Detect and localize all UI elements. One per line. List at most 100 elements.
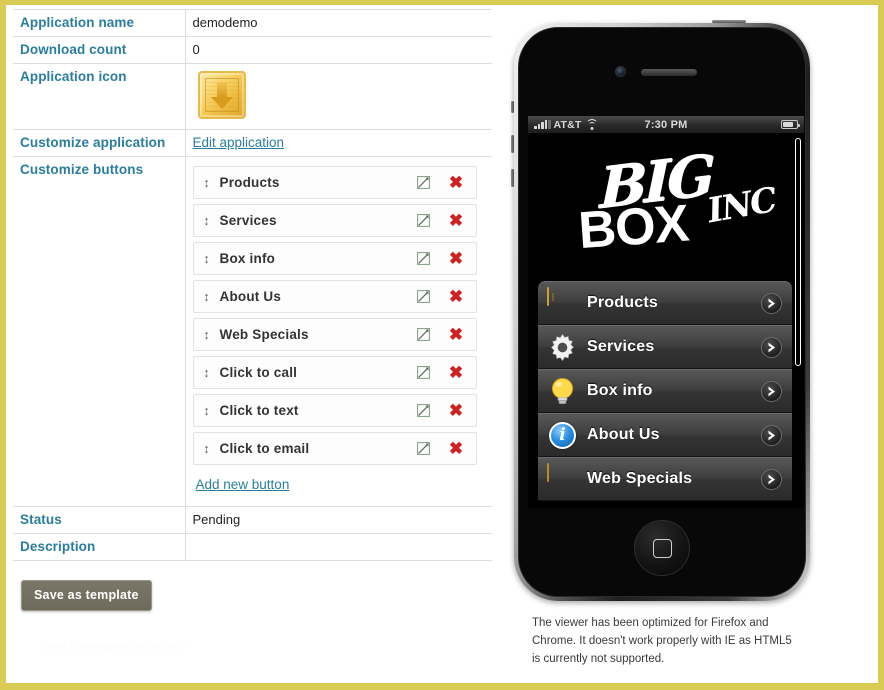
drag-handle-icon[interactable]: ↕: [194, 252, 220, 265]
drag-handle-icon[interactable]: ↕: [194, 366, 220, 379]
customize-buttons-list[interactable]: ↕ Products ✖ ↕ Services ✖ ↕ Box info ✖ ↕ About Us ✖…: [192, 162, 486, 465]
volume-down-button[interactable]: [511, 169, 514, 187]
delete-button-icon[interactable]: ✖: [436, 212, 476, 229]
chevron-right-icon[interactable]: [761, 336, 782, 358]
label-customize-buttons: Customize buttons: [13, 156, 186, 507]
status-bar: AT&T 7:30 PM: [528, 116, 804, 133]
phone-body: AT&T 7:30 PM BIG BOX INC Products Service…: [518, 27, 806, 597]
silent-switch[interactable]: [511, 101, 514, 113]
volume-up-button[interactable]: [511, 135, 514, 153]
phone-menu-item[interactable]: Products: [538, 281, 792, 325]
button-list-item[interactable]: ↕ Products ✖: [192, 166, 477, 199]
table-row-application-icon: Application icon: [13, 63, 492, 130]
phone-menu-item[interactable]: i About Us: [538, 413, 792, 457]
drag-handle-icon[interactable]: ↕: [194, 290, 220, 303]
front-camera-icon: [615, 66, 626, 77]
edit-button-icon[interactable]: [410, 366, 436, 379]
table-row-download-count: Download count 0: [13, 36, 492, 64]
delete-button-icon[interactable]: ✖: [436, 288, 476, 305]
value-customize-buttons: ↕ Products ✖ ↕ Services ✖ ↕ Box info ✖ ↕ About Us ✖…: [185, 156, 492, 507]
save-as-template-button[interactable]: Save as template: [21, 580, 152, 611]
button-list-item[interactable]: ↕ Click to call ✖: [192, 356, 477, 389]
edit-button-icon[interactable]: [410, 442, 436, 455]
box-icon: [547, 286, 578, 319]
edit-button-icon[interactable]: [410, 328, 436, 341]
phone-menu-item-label: Box info: [587, 382, 653, 399]
button-list-item-label: Click to email: [219, 441, 310, 456]
delete-button-icon[interactable]: ✖: [436, 364, 476, 381]
value-application-name: demodemo: [185, 9, 492, 37]
page-content: Application name demodemo Download count…: [6, 5, 878, 683]
drag-handle-icon[interactable]: ↕: [194, 176, 220, 189]
application-properties-table: Application name demodemo Download count…: [13, 9, 492, 561]
phone-menu-item[interactable]: Services: [538, 325, 792, 369]
logo-text-inc: INC: [704, 180, 779, 232]
logo-text-box: BOX: [576, 194, 691, 261]
value-status: Pending: [185, 506, 492, 534]
button-list-item-label: Web Specials: [219, 327, 309, 342]
add-new-button-link[interactable]: Add new button: [196, 477, 290, 492]
phone-menu-item-label: About Us: [587, 426, 660, 443]
drag-handle-icon[interactable]: ↕: [194, 404, 220, 417]
edit-application-link[interactable]: Edit application: [193, 135, 285, 150]
label-description: Description: [13, 533, 186, 561]
drag-handle-icon[interactable]: ↕: [194, 442, 220, 455]
screen-scrollbar[interactable]: [795, 138, 801, 366]
button-list-item-label: Products: [219, 175, 280, 190]
phone-menu-item[interactable]: Web Specials: [538, 457, 792, 501]
value-download-count: 0: [185, 36, 492, 64]
label-status: Status: [13, 506, 186, 534]
phone-menu-item-label: Services: [587, 338, 655, 355]
edit-button-icon[interactable]: [410, 252, 436, 265]
label-customize-application: Customize application: [13, 129, 186, 157]
edit-button-icon[interactable]: [410, 214, 436, 227]
label-application-icon: Application icon: [13, 63, 186, 130]
table-row-status: Status Pending: [13, 506, 492, 534]
label-application-name: Application name: [13, 9, 186, 37]
delete-button-icon[interactable]: ✖: [436, 174, 476, 191]
table-row-customize-buttons: Customize buttons ↕ Products ✖ ↕ Services ✖ ↕ B…: [13, 156, 492, 507]
gold-card-icon: [547, 462, 578, 495]
chevron-right-icon[interactable]: [761, 380, 782, 402]
edit-button-icon[interactable]: [410, 404, 436, 417]
value-description: [185, 533, 492, 561]
chevron-right-icon[interactable]: [761, 424, 782, 446]
table-row-description: Description: [13, 533, 492, 561]
button-list-item-label: Box info: [219, 251, 276, 266]
button-list-item[interactable]: ↕ Click to email ✖: [192, 432, 477, 465]
delete-button-icon[interactable]: ✖: [436, 326, 476, 343]
button-list-item-label: Click to text: [219, 403, 299, 418]
phone-menu-item[interactable]: Box info: [538, 369, 792, 413]
button-list-item[interactable]: ↕ Web Specials ✖: [192, 318, 477, 351]
sleep-button[interactable]: [712, 20, 746, 23]
button-list-item[interactable]: ↕ About Us ✖: [192, 280, 477, 313]
value-application-icon: [185, 63, 492, 130]
home-button[interactable]: [634, 520, 690, 576]
phone-menu-list[interactable]: Products Services Box info i About Us Web Spe…: [538, 281, 792, 501]
gear-icon: [547, 332, 578, 363]
delete-button-icon[interactable]: ✖: [436, 250, 476, 267]
battery-icon: [781, 120, 800, 129]
table-row-application-name: Application name demodemo: [13, 9, 492, 37]
drag-handle-icon[interactable]: ↕: [194, 328, 220, 341]
iphone-frame: AT&T 7:30 PM BIG BOX INC Products Service…: [511, 20, 810, 601]
button-list-item[interactable]: ↕ Services ✖: [192, 204, 477, 237]
delete-button-icon[interactable]: ✖: [436, 402, 476, 419]
value-customize-application: Edit application: [185, 129, 492, 157]
button-list-item[interactable]: ↕ Box info ✖: [192, 242, 477, 275]
status-bar-clock: 7:30 PM: [644, 118, 688, 131]
button-list-item-label: Click to call: [219, 365, 298, 380]
label-download-count: Download count: [13, 36, 186, 64]
edit-button-icon[interactable]: [410, 290, 436, 303]
chevron-right-icon[interactable]: [761, 292, 782, 314]
delete-button-icon[interactable]: ✖: [436, 440, 476, 457]
chevron-right-icon[interactable]: [761, 468, 782, 490]
info-circle-icon: i: [547, 420, 578, 451]
phone-screen: AT&T 7:30 PM BIG BOX INC Products Service…: [528, 116, 804, 508]
watermark-text: www.thetemplatefinder.com: [42, 641, 187, 653]
edit-button-icon[interactable]: [410, 176, 436, 189]
lightbulb-icon: [547, 376, 578, 407]
download-box-icon: [197, 71, 246, 119]
button-list-item[interactable]: ↕ Click to text ✖: [192, 394, 477, 427]
drag-handle-icon[interactable]: ↕: [194, 214, 220, 227]
